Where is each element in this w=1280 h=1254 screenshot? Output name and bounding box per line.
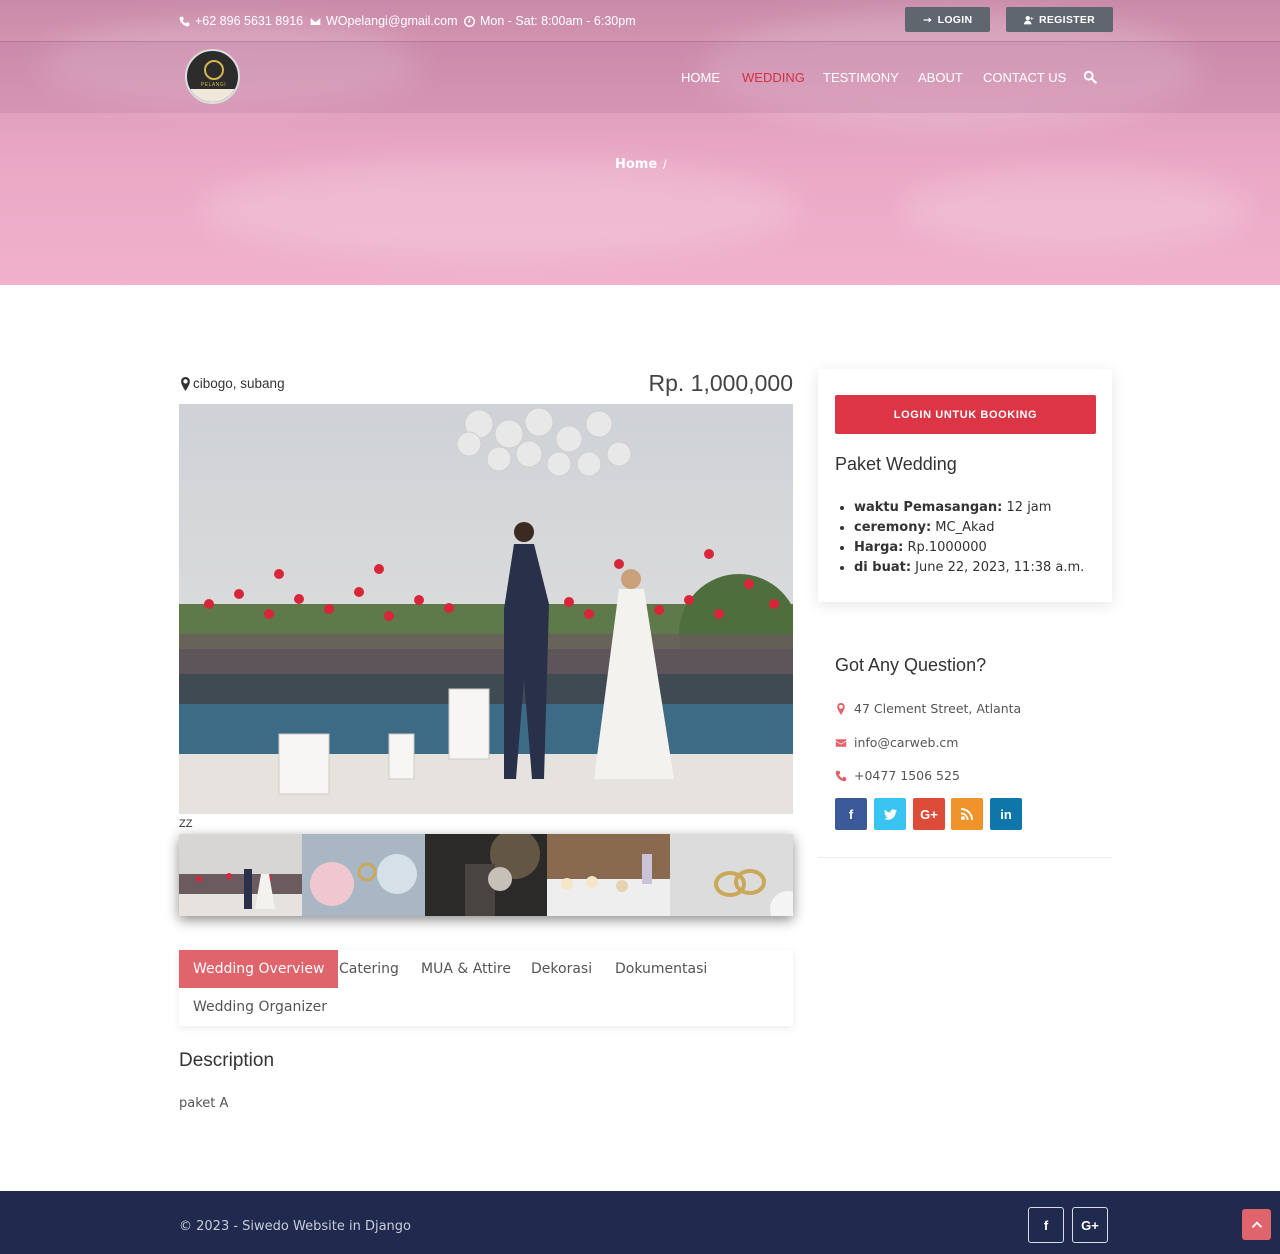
top-phone: +62 896 5631 8916 — [179, 14, 303, 28]
top-phone-text: +62 896 5631 8916 — [195, 14, 304, 28]
google-plus-icon: G+ — [920, 806, 938, 822]
linkedin-button[interactable]: in — [990, 798, 1022, 830]
login-to-book-button[interactable]: LOGIN UNTUK BOOKING — [835, 395, 1096, 434]
top-hours: Mon - Sat: 8:00am - 6:30pm — [464, 14, 636, 28]
description-text: paket A — [179, 1096, 229, 1111]
clock-icon — [464, 15, 475, 27]
detail-item: waktu Pemasangan: 12 jam — [854, 498, 1084, 518]
tab-dekorasi[interactable]: Dekorasi — [517, 950, 606, 988]
login-button[interactable]: LOGIN — [905, 7, 990, 32]
description-title: Description — [179, 1050, 275, 1071]
linkedin-icon: in — [1000, 806, 1012, 822]
footer-copyright: © 2023 - Siwedo Website in Django — [179, 1219, 411, 1234]
detail-tabs: Wedding Overview Catering MUA & Attire D… — [179, 950, 793, 1026]
top-email: WOpelangi@gmail.com — [310, 14, 457, 28]
nav-about[interactable]: ABOUT — [918, 70, 963, 85]
nav-contact-us[interactable]: CONTACT US — [983, 70, 1066, 85]
login-label: LOGIN — [937, 13, 973, 26]
logo-text: PELANGI — [200, 82, 227, 88]
top-hours-text: Mon - Sat: 8:00am - 6:30pm — [480, 14, 636, 28]
image-caption: ZZ — [179, 818, 193, 830]
footer-facebook-button[interactable]: f — [1028, 1207, 1064, 1243]
facebook-button[interactable]: f — [835, 798, 867, 830]
tab-wedding-overview[interactable]: Wedding Overview — [179, 950, 339, 988]
sidebar-divider — [818, 857, 1112, 858]
thumbnail-4[interactable] — [547, 834, 671, 916]
main-wedding-photo — [179, 404, 793, 814]
detail-label: di buat: — [854, 560, 912, 575]
contact-address-text: 47 Clement Street, Atlanta — [854, 701, 1022, 716]
listing-price: Rp. 1,000,000 — [648, 370, 793, 396]
twitter-icon — [883, 808, 897, 820]
facebook-icon: f — [1043, 1217, 1049, 1233]
detail-label: Harga: — [854, 540, 904, 555]
package-card: LOGIN UNTUK BOOKING Paket Wedding waktu … — [818, 369, 1112, 602]
map-marker-icon — [181, 376, 190, 391]
thumbnail-2[interactable] — [301, 834, 425, 916]
detail-item: Harga: Rp.1000000 — [854, 538, 1084, 558]
register-label: REGISTER — [1038, 13, 1096, 26]
logo-band — [187, 89, 238, 102]
contact-email: info@carweb.cm — [835, 735, 959, 750]
nav-testimony[interactable]: TESTIMONY — [823, 70, 899, 85]
phone-icon — [179, 16, 190, 26]
top-email-text: WOpelangi@gmail.com — [326, 14, 458, 28]
contact-phone: +0477 1506 525 — [835, 768, 960, 783]
question-title: Got Any Question? — [835, 655, 987, 675]
breadcrumb-home[interactable]: Home — [615, 157, 657, 172]
listing-location-text: cibogo, subang — [193, 376, 285, 391]
detail-value: 12 jam — [1002, 500, 1052, 515]
facebook-icon: f — [848, 806, 854, 822]
detail-label: ceremony: — [854, 520, 932, 535]
envelope-icon — [310, 17, 321, 25]
detail-value: Rp.1000000 — [903, 540, 987, 555]
tab-wedding-organizer[interactable]: Wedding Organizer — [179, 988, 341, 1026]
google-plus-icon: G+ — [1081, 1217, 1099, 1233]
detail-value: June 22, 2023, 11:38 a.m. — [911, 560, 1085, 575]
tab-mua-attire[interactable]: MUA & Attire — [407, 950, 525, 988]
detail-item: ceremony: MC_Akad — [854, 518, 1084, 538]
package-details: waktu Pemasangan: 12 jam ceremony: MC_Ak… — [854, 498, 1084, 578]
thumbnail-3[interactable] — [424, 834, 548, 916]
phone-icon — [835, 770, 847, 781]
detail-label: waktu Pemasangan: — [854, 500, 1003, 515]
user-plus-icon — [1023, 15, 1034, 24]
site-logo[interactable]: PELANGI — [185, 49, 240, 104]
google-plus-button[interactable]: G+ — [913, 798, 945, 830]
tab-dokumentasi[interactable]: Dokumentasi — [601, 950, 721, 988]
register-button[interactable]: REGISTER — [1006, 7, 1113, 32]
detail-item: di buat: June 22, 2023, 11:38 a.m. — [854, 558, 1084, 578]
logo-mark — [204, 60, 224, 80]
nav-wedding[interactable]: WEDDING — [742, 70, 805, 85]
nav-home[interactable]: HOME — [681, 70, 720, 85]
listing-location: cibogo, subang — [180, 376, 285, 391]
detail-value: MC_Akad — [931, 520, 995, 535]
envelope-icon — [835, 738, 847, 747]
contact-address: 47 Clement Street, Atlanta — [835, 701, 1021, 716]
rss-icon — [961, 808, 973, 820]
rss-button[interactable] — [951, 798, 983, 830]
footer-google-plus-button[interactable]: G+ — [1072, 1207, 1108, 1243]
twitter-button[interactable] — [874, 798, 906, 830]
thumbnail-1[interactable] — [179, 834, 302, 916]
chevron-up-icon — [1251, 1220, 1262, 1228]
thumbnail-5[interactable] — [670, 834, 793, 916]
package-title: Paket Wedding — [835, 454, 957, 474]
sign-in-icon — [923, 17, 932, 22]
map-marker-icon — [837, 702, 845, 715]
breadcrumb-separator: / — [663, 157, 667, 172]
contact-email-text[interactable]: info@carweb.cm — [854, 735, 959, 750]
tab-catering[interactable]: Catering — [325, 950, 413, 988]
search-icon[interactable] — [1083, 70, 1097, 84]
thumbnail-strip — [179, 834, 793, 916]
back-to-top-button[interactable] — [1242, 1209, 1271, 1240]
contact-phone-text: +0477 1506 525 — [854, 768, 960, 783]
